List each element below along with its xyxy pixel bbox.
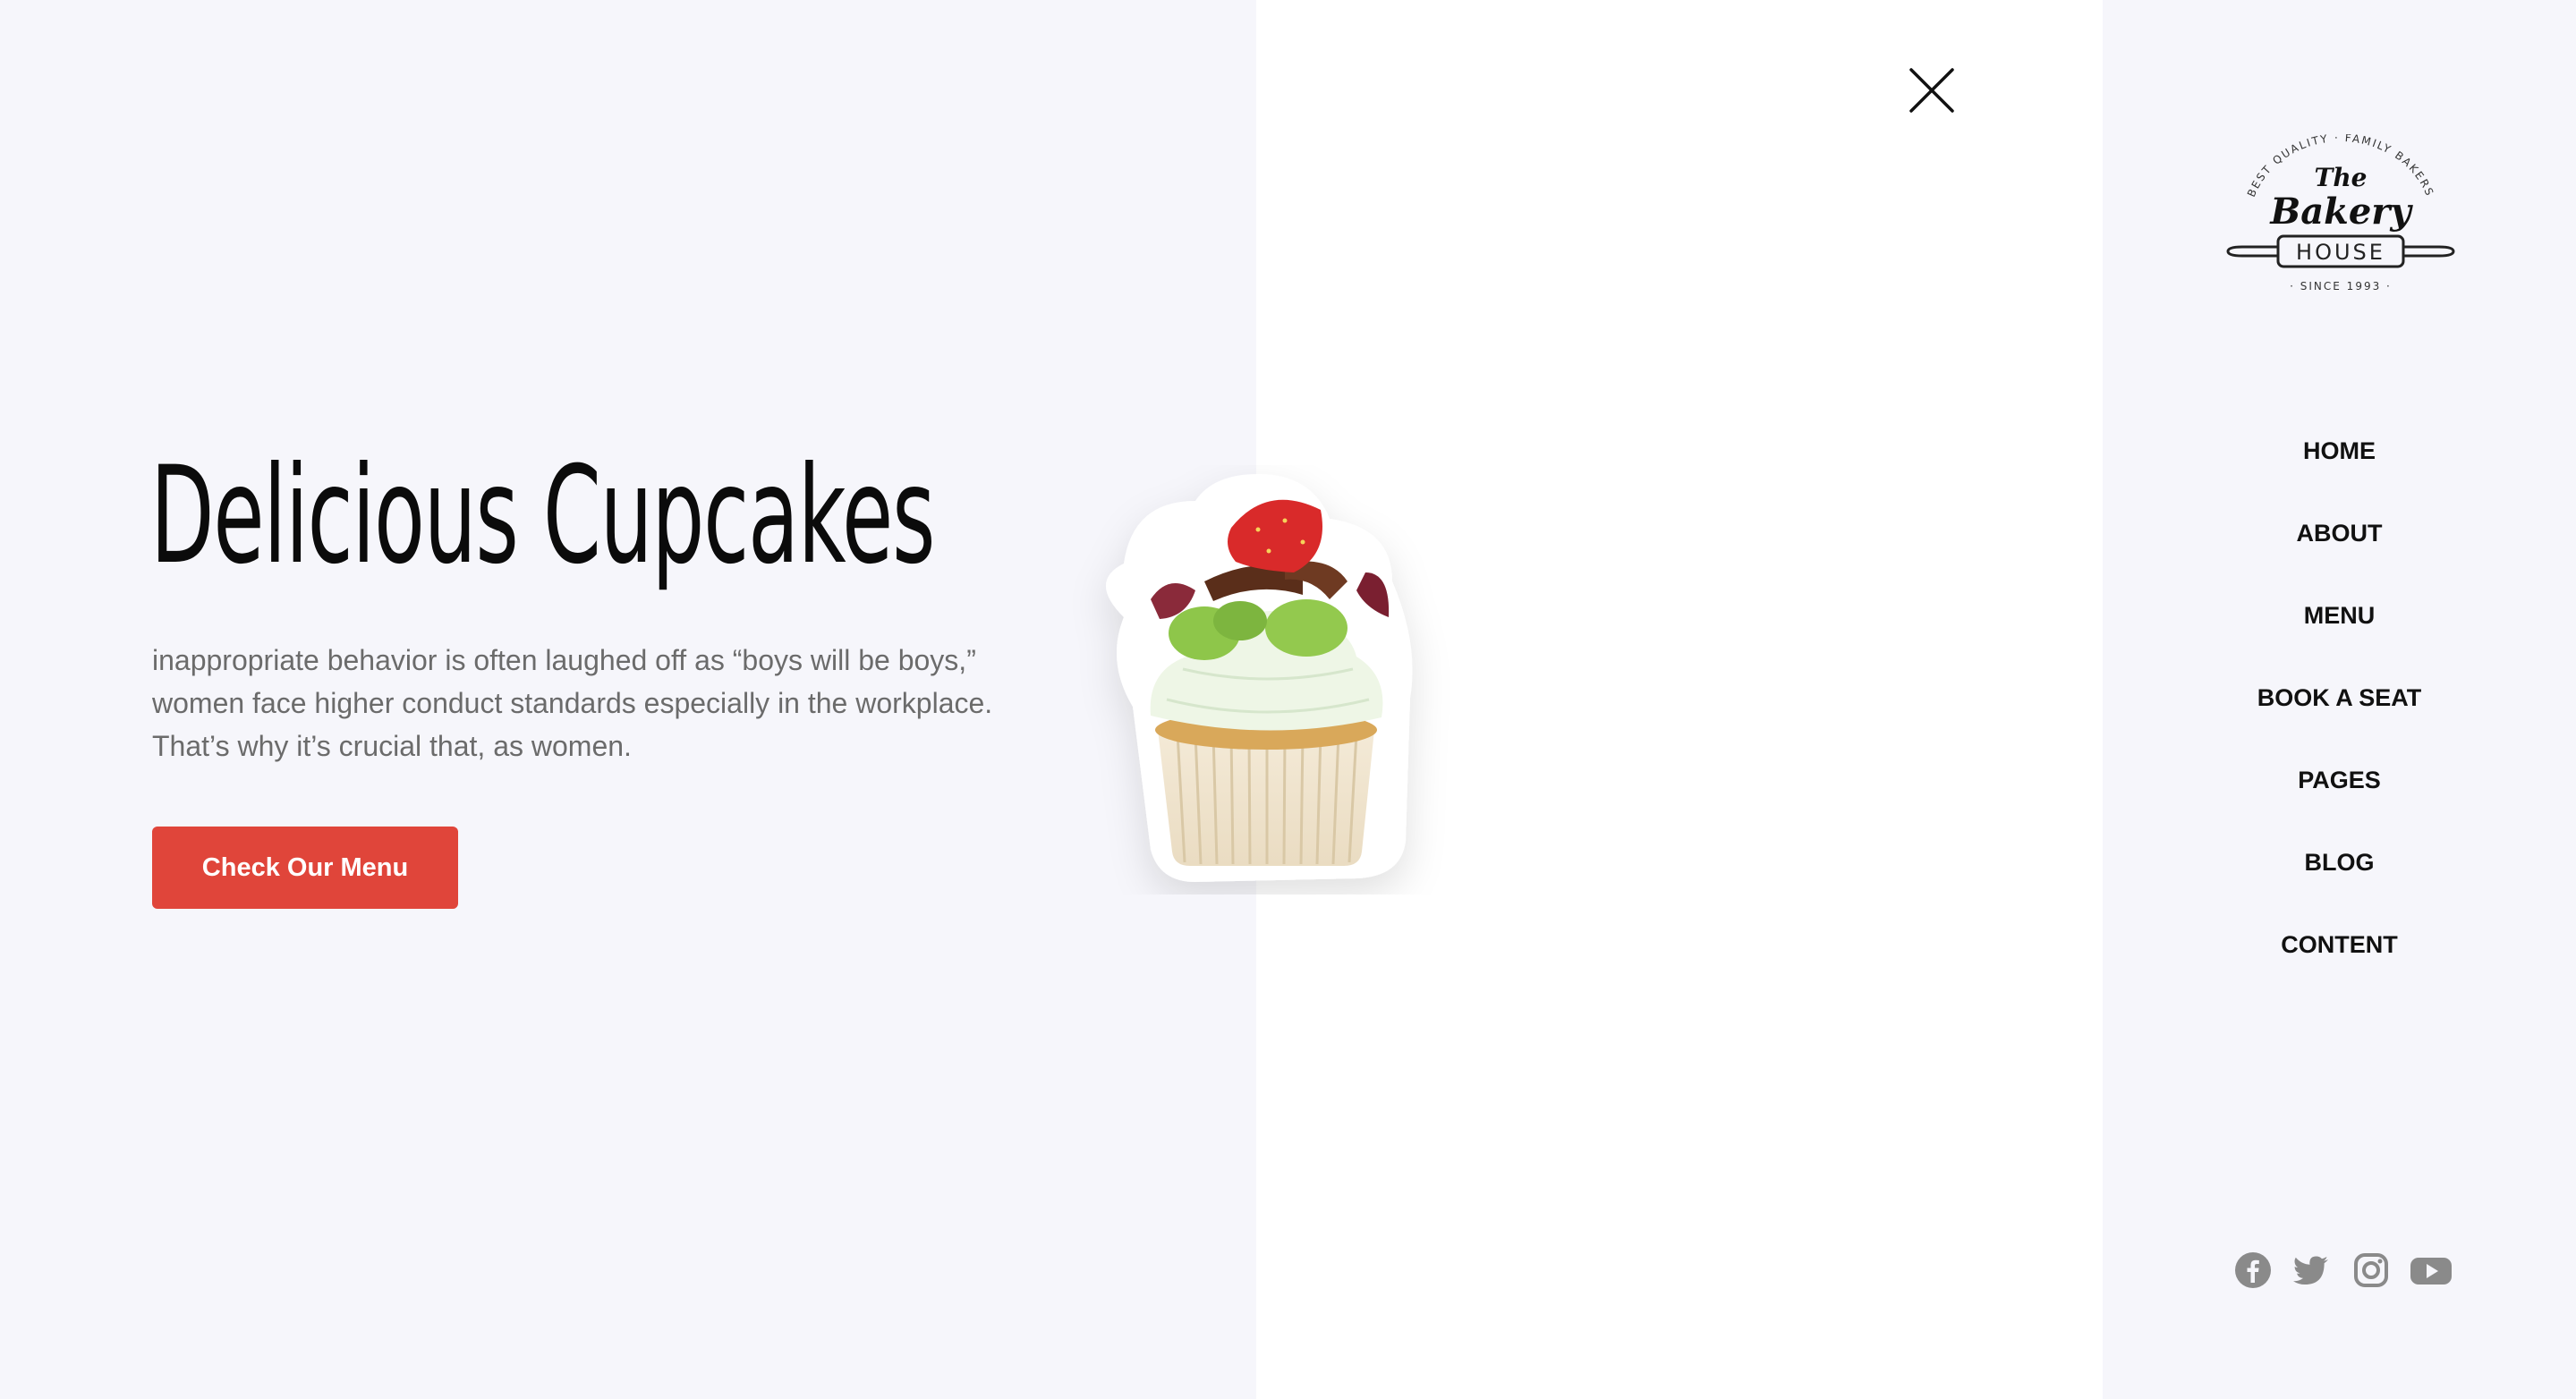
logo-line2: Bakery — [2269, 191, 2413, 233]
social-links — [2233, 1251, 2457, 1293]
hero-description: inappropriate behavior is often laughed … — [152, 644, 993, 762]
twitter-icon[interactable] — [2292, 1251, 2332, 1290]
nav-item-blog[interactable]: BLOG — [2103, 832, 2576, 914]
logo-since: · SINCE 1993 · — [2290, 280, 2392, 293]
nav-item-home[interactable]: HOME — [2103, 420, 2576, 503]
nav-item-menu[interactable]: MENU — [2103, 585, 2576, 667]
facebook-icon[interactable] — [2233, 1251, 2273, 1290]
close-icon[interactable] — [1904, 63, 1960, 118]
logo-line3: HOUSE — [2296, 240, 2385, 265]
instagram-icon[interactable] — [2351, 1251, 2391, 1290]
main-nav: HOME ABOUT MENU BOOK A SEAT PAGES BLOG C… — [2103, 420, 2576, 996]
logo-line1: The — [2314, 163, 2367, 192]
bakery-logo[interactable]: BEST QUALITY · FAMILY BAKERS The Bakery … — [2223, 134, 2459, 295]
youtube-icon[interactable] — [2409, 1251, 2453, 1290]
nav-item-about[interactable]: ABOUT — [2103, 503, 2576, 585]
nav-item-content[interactable]: CONTENT — [2103, 914, 2576, 996]
hero-title: Delicious Cupcakes — [150, 438, 936, 594]
nav-item-book-a-seat[interactable]: BOOK A SEAT — [2103, 667, 2576, 750]
nav-item-pages[interactable]: PAGES — [2103, 750, 2576, 832]
check-menu-button[interactable]: Check Our Menu — [152, 827, 458, 909]
cupcake-image — [1106, 474, 1413, 882]
